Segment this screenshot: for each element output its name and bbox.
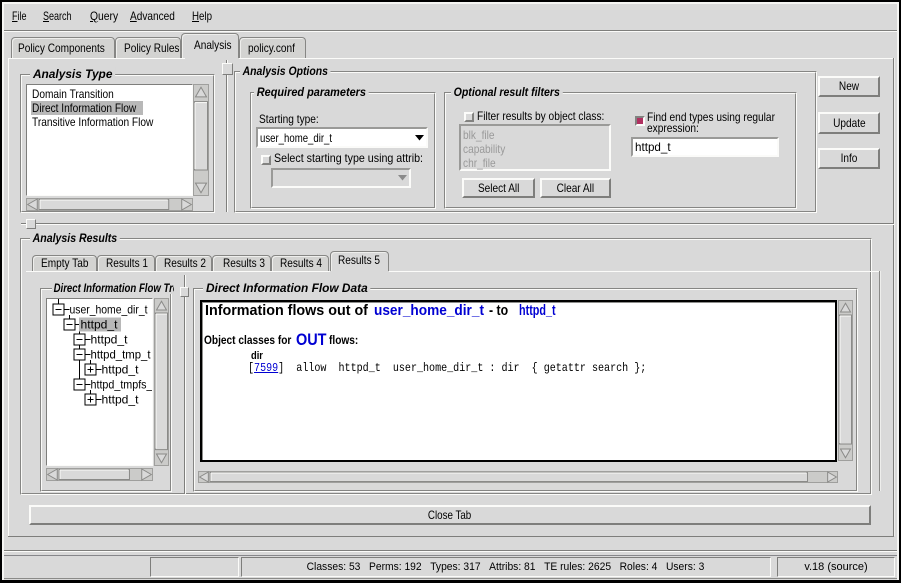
svg-text:httpd_t: httpd_t <box>81 318 119 332</box>
svg-text:httpd_t: httpd_t <box>91 333 129 347</box>
svg-text:user_home_dir_t: user_home_dir_t <box>70 303 149 317</box>
svg-text:httpd_t: httpd_t <box>102 393 140 407</box>
svg-text:httpd_tmp_t: httpd_tmp_t <box>91 348 152 362</box>
svg-text:httpd_t: httpd_t <box>102 363 140 377</box>
svg-text:httpd_tmpfs_: httpd_tmpfs_ <box>91 378 153 392</box>
